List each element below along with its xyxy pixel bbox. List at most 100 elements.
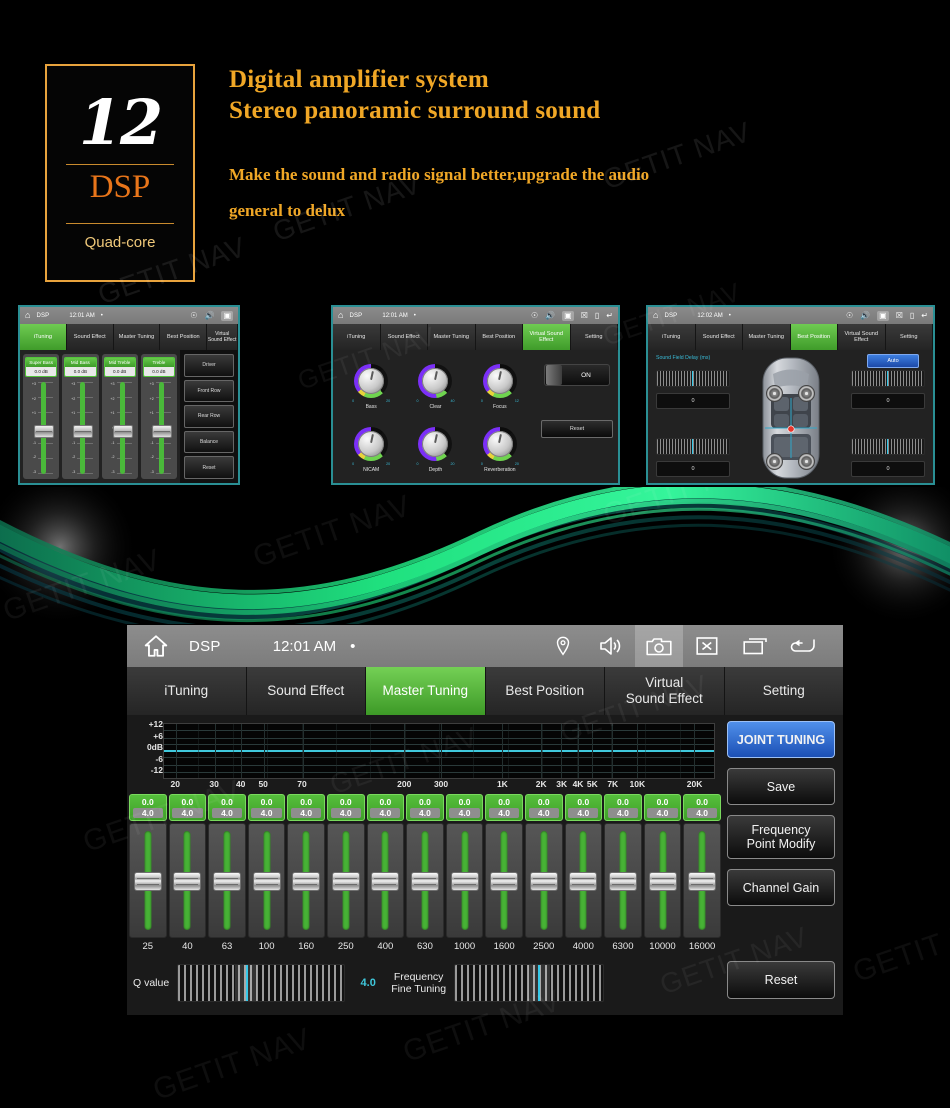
eq-band-slider[interactable] xyxy=(129,823,167,938)
knob-focus[interactable]: 0 12 Focus xyxy=(468,356,532,419)
eq-band-slider[interactable] xyxy=(406,823,444,938)
thumb-tab-sound-effect[interactable]: Sound Effect xyxy=(66,324,114,350)
band-slider-thumb[interactable] xyxy=(34,425,54,439)
location-pin-icon[interactable] xyxy=(539,625,587,667)
thumb-tab-sound-effect[interactable]: Sound Effect xyxy=(695,324,743,350)
eq-band-slider[interactable] xyxy=(604,823,642,938)
thumb-tab-virtual-sound-effect[interactable]: Virtual Sound Effect xyxy=(838,324,886,350)
tab-sound-effect[interactable]: Sound Effect xyxy=(246,667,366,715)
eq-band-slider[interactable] xyxy=(208,823,246,938)
tab-setting[interactable]: Setting xyxy=(724,667,843,715)
eq-band-value-chip[interactable]: 0.0 4.0 xyxy=(168,794,207,821)
q-value-slider[interactable] xyxy=(177,964,346,1002)
vse-power-toggle[interactable]: ON xyxy=(544,364,610,386)
recent-apps-icon[interactable] xyxy=(731,625,779,667)
thumbnail-best-position[interactable]: ⌂ DSP 12:02 AM • ☉ 🔊 ▣ ☒ ▯ ↵ iTuning Sou… xyxy=(646,305,935,485)
slider-thumb[interactable] xyxy=(133,871,162,891)
delay-slider[interactable] xyxy=(656,370,730,387)
eq-band-value-chip[interactable]: 0.0 4.0 xyxy=(564,794,603,821)
slider-thumb[interactable] xyxy=(490,871,519,891)
location-pin-icon[interactable]: ☉ xyxy=(190,311,197,320)
camera-icon[interactable]: ▣ xyxy=(562,310,574,321)
thumb-tab-master-tuning[interactable]: Master Tuning xyxy=(428,324,476,350)
preset-front-row-button[interactable]: Front Row xyxy=(184,379,234,403)
eq-band-slider[interactable] xyxy=(326,823,365,938)
delay-control-front-right[interactable]: 0 xyxy=(851,370,925,409)
delay-control-front-left[interactable]: 0 xyxy=(656,370,730,409)
eq-band-slider[interactable] xyxy=(485,823,523,938)
eq-band-slider[interactable] xyxy=(643,823,682,938)
eq-band-slider[interactable] xyxy=(564,823,603,938)
close-box-icon[interactable]: ☒ xyxy=(896,311,903,320)
eq-band-value-chip[interactable]: 0.0 4.0 xyxy=(129,794,167,821)
camera-icon[interactable]: ▣ xyxy=(221,310,233,321)
home-icon[interactable]: ⌂ xyxy=(338,311,343,320)
slider-thumb[interactable] xyxy=(410,871,439,891)
delay-control-rear-right[interactable]: 0 xyxy=(851,438,925,477)
recent-apps-icon[interactable]: ▯ xyxy=(595,311,599,320)
band-slider-thumb[interactable] xyxy=(151,425,172,439)
eq-band-slider[interactable] xyxy=(366,823,405,938)
slider-thumb[interactable] xyxy=(648,871,677,891)
slider-thumb[interactable] xyxy=(688,871,717,891)
auto-button[interactable]: Auto xyxy=(867,354,919,368)
frequency-point-modify-button[interactable]: Frequency Point Modify xyxy=(727,815,835,859)
eq-band-value-chip[interactable]: 0.0 4.0 xyxy=(247,794,286,821)
slider-thumb[interactable] xyxy=(529,871,558,891)
back-arrow-icon[interactable] xyxy=(779,625,827,667)
knob-reverberation[interactable]: 0 20 Reverberation xyxy=(468,419,532,482)
thumb-tab-virtual-sound-effect[interactable]: Virtual Sound Effect xyxy=(523,324,571,350)
knob-clear[interactable]: 0 40 Clear xyxy=(403,356,467,419)
eq-band-slider[interactable] xyxy=(445,823,484,938)
slider-thumb[interactable] xyxy=(450,871,479,891)
eq-band-value-chip[interactable]: 0.0 4.0 xyxy=(445,794,484,821)
knob-dial[interactable] xyxy=(354,364,389,399)
reset-button[interactable]: Reset xyxy=(727,961,835,999)
home-icon[interactable]: ⌂ xyxy=(25,311,30,320)
thumb-tab-sound-effect[interactable]: Sound Effect xyxy=(380,324,428,350)
eq-band-slider[interactable] xyxy=(168,823,207,938)
slider-thumb[interactable] xyxy=(569,871,598,891)
ituning-band[interactable]: Mid Treble 0.0 dB +3 +2 +1 0 -1 -2 -3 xyxy=(101,354,138,479)
eq-band-value-chip[interactable]: 0.0 4.0 xyxy=(208,794,246,821)
eq-band-value-chip[interactable]: 0.0 4.0 xyxy=(683,794,721,821)
volume-speaker-icon[interactable]: 🔊 xyxy=(545,311,555,320)
slider-thumb[interactable] xyxy=(608,871,637,891)
home-icon[interactable]: ⌂ xyxy=(653,311,658,320)
thumb-tab-master-tuning[interactable]: Master Tuning xyxy=(113,324,161,350)
eq-band-slider[interactable] xyxy=(683,823,721,938)
knob-dial[interactable] xyxy=(354,426,389,461)
slider-thumb[interactable] xyxy=(292,871,321,891)
eq-band-value-chip[interactable]: 0.0 4.0 xyxy=(604,794,642,821)
delay-slider[interactable] xyxy=(851,370,925,387)
delay-slider[interactable] xyxy=(656,438,730,455)
save-button[interactable]: Save xyxy=(727,768,835,805)
thumb-tab-setting[interactable]: Setting xyxy=(570,324,618,350)
knob-nicam[interactable]: 0 20 NICAM xyxy=(339,419,403,482)
eq-band-value-chip[interactable]: 0.0 4.0 xyxy=(287,794,325,821)
eq-band-value-chip[interactable]: 0.0 4.0 xyxy=(485,794,523,821)
ituning-band[interactable]: Treble 0.0 dB +3 +2 +1 0 -1 -2 -3 xyxy=(140,354,177,479)
thumb-tab-setting[interactable]: Setting xyxy=(885,324,933,350)
knob-dial[interactable] xyxy=(418,426,453,461)
preset-rear-row-button[interactable]: Rear Row xyxy=(184,405,234,428)
back-arrow-icon[interactable]: ↵ xyxy=(606,311,613,320)
vse-reset-button[interactable]: Reset xyxy=(541,420,613,438)
close-box-icon[interactable]: ☒ xyxy=(581,311,588,320)
location-pin-icon[interactable]: ☉ xyxy=(531,311,538,320)
joint-tuning-button[interactable]: JOINT TUNING xyxy=(727,721,835,758)
eq-band-value-chip[interactable]: 0.0 4.0 xyxy=(524,794,563,821)
ituning-band[interactable]: Super Bass 0.0 dB +3 +2 +1 0 -1 -2 -3 xyxy=(23,354,60,479)
channel-gain-button[interactable]: Channel Gain xyxy=(727,869,835,906)
delay-control-rear-left[interactable]: 0 xyxy=(656,438,730,477)
location-pin-icon[interactable]: ☉ xyxy=(846,311,853,320)
slider-thumb[interactable] xyxy=(252,871,281,891)
thumb-tab-ituning[interactable]: iTuning xyxy=(648,324,696,350)
slider-thumb[interactable] xyxy=(173,871,202,891)
home-icon[interactable] xyxy=(143,633,169,659)
slider-thumb[interactable] xyxy=(331,871,360,891)
volume-speaker-icon[interactable]: 🔊 xyxy=(860,311,870,320)
preset-balance-button[interactable]: Balance xyxy=(184,430,234,454)
thumb-tab-virtual-sound-effect[interactable]: Virtual Sound Effect xyxy=(207,324,238,350)
eq-band-value-chip[interactable]: 0.0 4.0 xyxy=(406,794,444,821)
